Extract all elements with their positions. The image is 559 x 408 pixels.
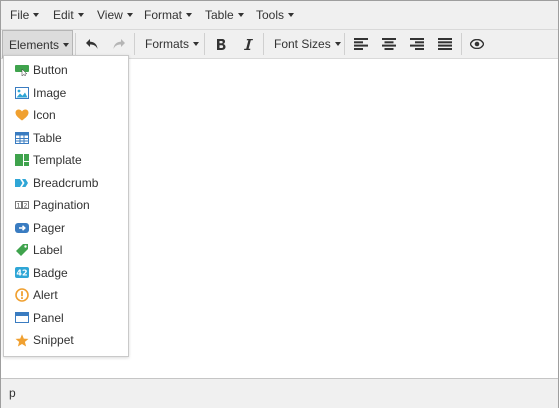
preview-button[interactable]: [463, 30, 491, 58]
star-icon: [15, 333, 29, 347]
chevron-down-icon: [193, 41, 200, 46]
menu-view-label: View: [97, 8, 123, 22]
redo-icon: [113, 39, 125, 49]
badge-icon: 42: [15, 266, 29, 280]
toolbar-separator: [134, 33, 135, 55]
align-center-icon: [382, 38, 396, 50]
elements-label: Elements: [9, 38, 60, 52]
align-right-button[interactable]: [403, 30, 431, 58]
menu-table[interactable]: Table: [205, 1, 244, 29]
dropdown-item-pager[interactable]: Pager: [4, 217, 128, 239]
toolbar-separator: [344, 33, 345, 55]
image-icon: [15, 86, 29, 100]
dropdown-item-label: Button: [33, 63, 68, 77]
menu-table-label: Table: [205, 8, 234, 22]
menubar: File Edit View Format Table Tools: [1, 1, 558, 30]
chevron-down-icon: [33, 12, 40, 17]
menu-tools[interactable]: Tools: [256, 1, 295, 29]
dropdown-item-label: Table: [33, 130, 62, 145]
breadcrumb-icon: [15, 176, 29, 190]
template-icon: [15, 153, 29, 167]
menu-view[interactable]: View: [97, 1, 133, 29]
svg-text:2: 2: [24, 202, 28, 209]
dropdown-item-alert[interactable]: Alert: [4, 284, 128, 306]
menu-edit[interactable]: Edit: [53, 1, 84, 29]
dropdown-item-badge[interactable]: 42 Badge: [4, 262, 128, 284]
bold-icon: [217, 38, 226, 50]
font-sizes-dropdown-button[interactable]: Font Sizes: [274, 30, 341, 58]
chevron-down-icon: [63, 42, 70, 47]
elements-dropdown-button[interactable]: Elements: [2, 30, 73, 58]
pager-icon: [15, 221, 29, 235]
dropdown-item-snippet[interactable]: Snippet: [4, 329, 128, 351]
menu-file-label: File: [10, 8, 30, 22]
chevron-down-icon: [186, 12, 193, 17]
italic-icon: [244, 38, 253, 50]
formats-dropdown-button[interactable]: Formats: [145, 30, 200, 58]
dropdown-item-label[interactable]: Label: [4, 239, 128, 261]
menu-edit-label: Edit: [53, 8, 74, 22]
dropdown-item-button[interactable]: Button: [4, 59, 128, 81]
dropdown-item-panel[interactable]: Panel: [4, 307, 128, 329]
toolbar-separator: [204, 33, 205, 55]
dropdown-item-label: Image: [33, 85, 67, 100]
elements-dropdown-menu: Button Image Icon Table Template Breadcr…: [3, 55, 129, 357]
chevron-down-icon: [288, 12, 295, 17]
chevron-down-icon: [126, 12, 133, 17]
formats-label: Formats: [145, 37, 190, 51]
undo-button[interactable]: [78, 30, 106, 58]
align-right-icon: [410, 38, 424, 50]
button-icon: [15, 63, 29, 77]
pagination-icon: 12: [15, 198, 29, 212]
dropdown-item-label: Pagination: [33, 198, 90, 212]
dropdown-item-breadcrumb[interactable]: Breadcrumb: [4, 172, 128, 194]
panel-icon: [15, 311, 29, 325]
svg-text:42: 42: [16, 269, 27, 278]
heart-icon: [15, 108, 29, 122]
dropdown-item-label: Icon: [33, 108, 56, 122]
dropdown-item-label: Panel: [33, 310, 64, 325]
dropdown-item-label: Badge: [33, 265, 68, 280]
element-path[interactable]: p: [9, 386, 16, 400]
dropdown-item-label: Template: [33, 153, 82, 167]
dropdown-item-template[interactable]: Template: [4, 149, 128, 171]
undo-icon: [86, 39, 98, 49]
menu-format[interactable]: Format: [144, 1, 193, 29]
toolbar-separator: [75, 33, 76, 55]
font-sizes-label: Font Sizes: [274, 37, 331, 51]
align-center-button[interactable]: [375, 30, 403, 58]
toolbar-separator: [263, 33, 264, 55]
bold-button[interactable]: [207, 30, 235, 58]
align-justify-button[interactable]: [431, 30, 459, 58]
align-left-icon: [354, 38, 368, 50]
statusbar: p: [1, 378, 558, 408]
chevron-down-icon: [334, 41, 341, 46]
menu-format-label: Format: [144, 8, 183, 22]
dropdown-item-image[interactable]: Image: [4, 82, 128, 104]
dropdown-item-label: Pager: [33, 220, 66, 235]
italic-button[interactable]: [234, 30, 262, 58]
chevron-down-icon: [237, 12, 244, 17]
dropdown-item-icon[interactable]: Icon: [4, 104, 128, 126]
dropdown-item-label: Breadcrumb: [33, 175, 99, 190]
dropdown-item-table[interactable]: Table: [4, 127, 128, 149]
table-icon: [15, 131, 29, 145]
align-justify-icon: [438, 38, 452, 50]
chevron-down-icon: [77, 12, 84, 17]
alert-icon: [15, 288, 29, 302]
dropdown-item-label: Snippet: [33, 333, 74, 347]
dropdown-item-pagination[interactable]: 12 Pagination: [4, 194, 128, 216]
toolbar-separator: [461, 33, 462, 55]
tag-icon: [15, 243, 29, 257]
menu-tools-label: Tools: [256, 8, 285, 22]
dropdown-item-label: Alert: [33, 288, 58, 302]
menu-file[interactable]: File: [10, 1, 40, 29]
eye-icon: [470, 39, 484, 49]
redo-button[interactable]: [105, 30, 133, 58]
align-left-button[interactable]: [347, 30, 375, 58]
dropdown-item-label: Label: [33, 243, 63, 257]
svg-text:1: 1: [17, 202, 21, 209]
